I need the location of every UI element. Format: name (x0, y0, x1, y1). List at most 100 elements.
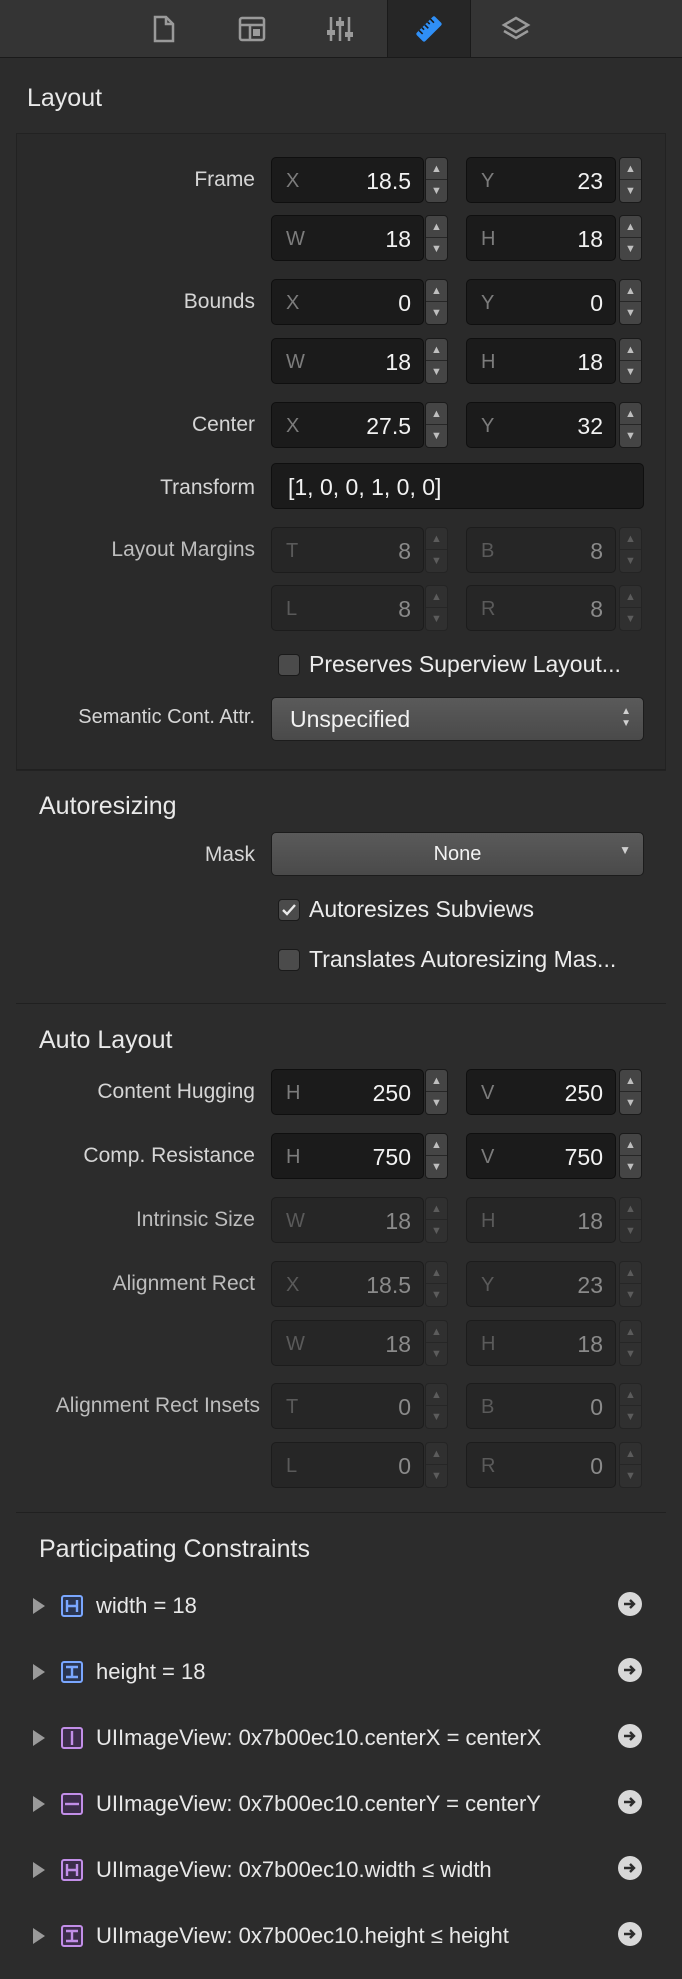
reveal-arrow-icon[interactable] (618, 1724, 642, 1748)
disclosure-triangle-icon[interactable] (32, 1597, 46, 1615)
chevron-down-icon[interactable]: ▼ (620, 361, 641, 383)
bounds-w-stepper[interactable]: ▲ ▼ (425, 338, 448, 384)
chevron-up-icon[interactable]: ▲ (426, 280, 447, 302)
bounds-x-stepper[interactable]: ▲ ▼ (425, 279, 448, 325)
semantic-content-label: Semantic Cont. Attr. (78, 706, 255, 728)
preserves-superview-checkbox[interactable] (278, 654, 300, 676)
constraint-row[interactable]: UIImageView: 0x7b00ec10.width ≤ width (16, 1840, 666, 1906)
chevron-up-icon[interactable]: ▲ (620, 403, 641, 425)
chevron-up-icon[interactable]: ▲ (620, 339, 641, 361)
chevron-up-icon[interactable]: ▲ (620, 280, 641, 302)
resistance-h-field[interactable]: H 750 (271, 1133, 424, 1179)
resistance-v-prefix: V (481, 1146, 495, 1168)
transform-field[interactable]: [1, 0, 0, 1, 0, 0] (271, 463, 644, 509)
constraint-row[interactable]: UIImageView: 0x7b00ec10.height ≤ height (16, 1906, 666, 1972)
chevron-down-icon[interactable]: ▼ (426, 302, 447, 324)
chevron-down-icon[interactable]: ▼ (620, 1156, 641, 1178)
chevron-down-icon[interactable]: ▼ (426, 1092, 447, 1114)
bounds-x-field[interactable]: X0 (271, 279, 424, 325)
chevron-up-icon[interactable]: ▲ (426, 158, 447, 180)
preserves-superview-label: Preserves Superview Layout... (309, 651, 621, 677)
autoresizes-subviews-checkbox[interactable] (278, 899, 300, 921)
center-y-field[interactable]: Y 32 (466, 402, 616, 448)
hugging-v-field[interactable]: V 250 (466, 1069, 616, 1115)
insets-top-value: 0 (398, 1394, 411, 1420)
constraint-row[interactable]: UIImageView: 0x7b00ec10.centerX = center… (16, 1708, 666, 1774)
chevron-up-icon[interactable]: ▲ (620, 216, 641, 238)
chevron-up-icon: ▲ (620, 586, 641, 608)
chevron-down-icon[interactable]: ▼ (620, 180, 641, 202)
chevron-up-icon[interactable]: ▲ (426, 339, 447, 361)
frame-h-field[interactable]: H 18 (466, 215, 616, 261)
hugging-h-stepper[interactable]: ▲ ▼ (425, 1069, 448, 1115)
bounds-y-field[interactable]: Y0 (466, 279, 616, 325)
disclosure-triangle-icon[interactable] (32, 1927, 46, 1945)
chevron-down-icon[interactable]: ▼ (426, 361, 447, 383)
center-x-prefix: X (286, 415, 300, 437)
center-y-stepper[interactable]: ▲ ▼ (619, 402, 642, 448)
chevron-down-icon[interactable]: ▼ (426, 425, 447, 447)
insets-left-prefix: L (286, 1455, 298, 1477)
intrinsic-size-label: Intrinsic Size (135, 1208, 255, 1231)
reveal-arrow-icon[interactable] (618, 1856, 642, 1880)
translates-autoresizing-checkbox[interactable] (278, 949, 300, 971)
constraint-row[interactable]: height = 18 (16, 1642, 666, 1708)
disclosure-triangle-icon[interactable] (32, 1729, 46, 1747)
chevron-down-icon[interactable]: ▼ (620, 238, 641, 260)
frame-x-stepper[interactable]: ▲ ▼ (425, 157, 448, 203)
hugging-v-stepper[interactable]: ▲ ▼ (619, 1069, 642, 1115)
chevron-down-icon[interactable]: ▼ (620, 425, 641, 447)
height-constraint-icon (61, 1925, 83, 1947)
chevron-up-icon[interactable]: ▲ (426, 1070, 447, 1092)
frame-y-field[interactable]: Y 23 (466, 157, 616, 203)
semantic-content-popup[interactable]: Unspecified ▲ ▼ (271, 697, 644, 741)
reveal-arrow-icon[interactable] (618, 1790, 642, 1814)
frame-y-stepper[interactable]: ▲ ▼ (619, 157, 642, 203)
margin-bottom-field: B8 (466, 527, 616, 573)
resistance-h-stepper[interactable]: ▲ ▼ (425, 1133, 448, 1179)
chevron-down-icon: ▼ (431, 1225, 442, 1237)
chevron-up-icon[interactable]: ▲ (426, 403, 447, 425)
mask-popup[interactable]: None ▼ (271, 832, 644, 876)
reveal-arrow-icon[interactable] (618, 1592, 642, 1616)
disclosure-triangle-icon[interactable] (32, 1861, 46, 1879)
frame-x-field[interactable]: X 18.5 (271, 157, 424, 203)
attributes-inspector-tab[interactable] (299, 0, 381, 57)
chevron-down-icon[interactable]: ▼ (426, 238, 447, 260)
disclosure-triangle-icon[interactable] (32, 1795, 46, 1813)
bounds-h-stepper[interactable]: ▲ ▼ (619, 338, 642, 384)
size-inspector-tab[interactable] (387, 0, 471, 57)
chevron-up-icon[interactable]: ▲ (426, 1134, 447, 1156)
chevron-down-icon[interactable]: ▼ (620, 302, 641, 324)
hugging-h-field[interactable]: H 250 (271, 1069, 424, 1115)
margin-top-prefix: T (286, 540, 299, 562)
chevron-down-icon[interactable]: ▼ (426, 180, 447, 202)
chevron-up-icon[interactable]: ▲ (620, 1134, 641, 1156)
bounds-w-field[interactable]: W 18 (271, 338, 424, 384)
chevron-down-icon: ▼ (431, 1289, 442, 1301)
margin-right-stepper: ▲ ▼ (619, 585, 642, 631)
resistance-v-stepper[interactable]: ▲ ▼ (619, 1133, 642, 1179)
connections-inspector-tab[interactable] (475, 0, 557, 57)
resistance-v-field[interactable]: V 750 (466, 1133, 616, 1179)
constraint-row[interactable]: width = 18 (16, 1576, 666, 1642)
reveal-arrow-icon[interactable] (618, 1922, 642, 1946)
chevron-down-icon[interactable]: ▼ (426, 1156, 447, 1178)
insets-top-prefix: T (286, 1396, 299, 1418)
bounds-y-stepper[interactable]: ▲ ▼ (619, 279, 642, 325)
constraint-row[interactable]: UIImageView: 0x7b00ec10.centerY = center… (16, 1774, 666, 1840)
bounds-h-field[interactable]: H 18 (466, 338, 616, 384)
chevron-up-icon[interactable]: ▲ (620, 1070, 641, 1092)
chevron-up-icon[interactable]: ▲ (620, 158, 641, 180)
chevron-down-icon[interactable]: ▼ (620, 1092, 641, 1114)
frame-h-stepper[interactable]: ▲ ▼ (619, 215, 642, 261)
file-inspector-tab[interactable] (123, 0, 205, 57)
reveal-arrow-icon[interactable] (618, 1658, 642, 1682)
center-x-field[interactable]: X 27.5 (271, 402, 424, 448)
frame-w-field[interactable]: W 18 (271, 215, 424, 261)
frame-w-stepper[interactable]: ▲ ▼ (425, 215, 448, 261)
chevron-up-icon[interactable]: ▲ (426, 216, 447, 238)
center-x-stepper[interactable]: ▲ ▼ (425, 402, 448, 448)
quick-help-tab[interactable] (211, 0, 293, 57)
disclosure-triangle-icon[interactable] (32, 1663, 46, 1681)
